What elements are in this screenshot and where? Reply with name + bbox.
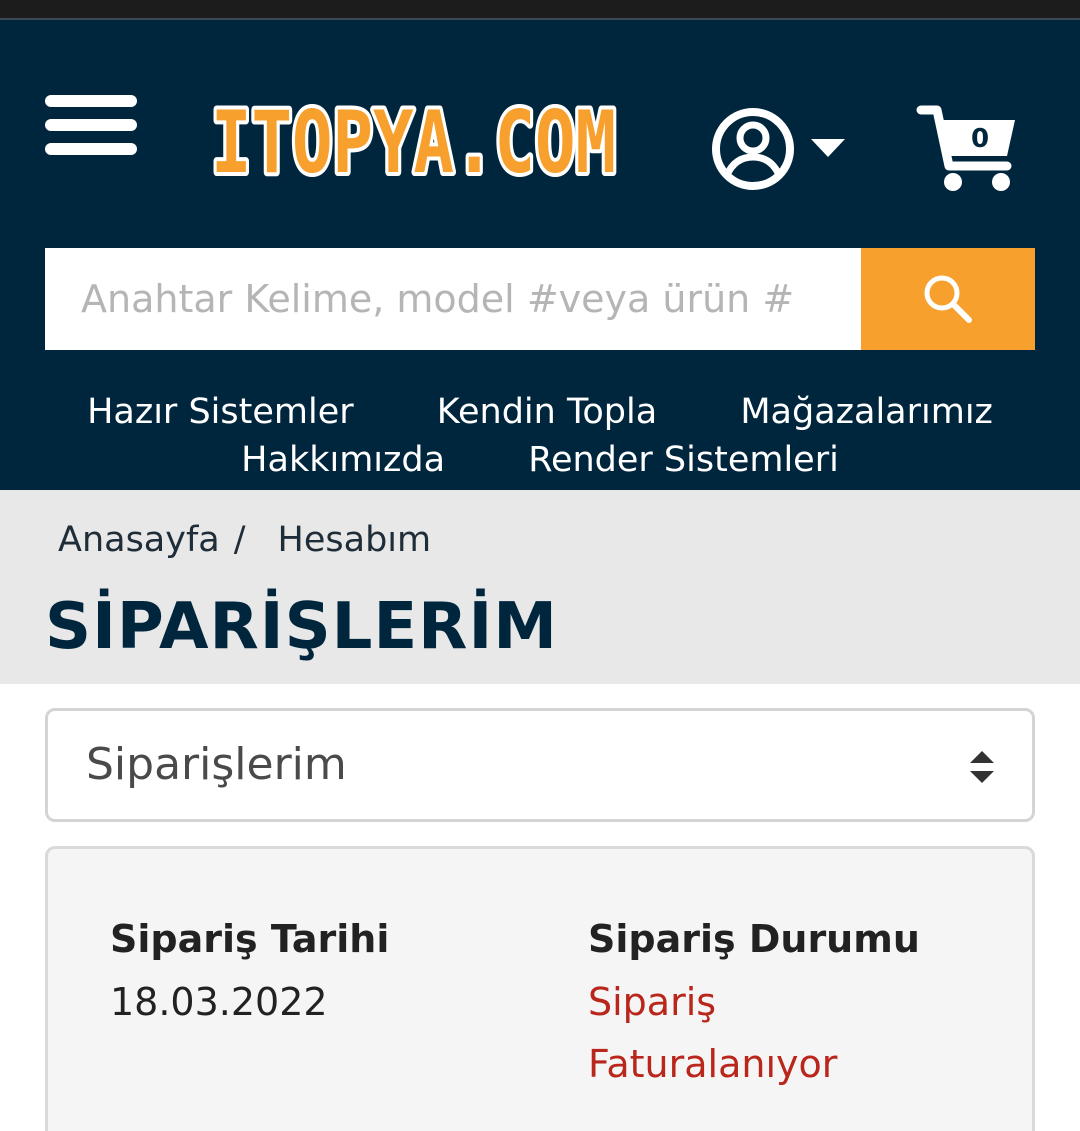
- nav-item-magazalarimiz[interactable]: Mağazalarımız: [740, 392, 993, 432]
- sort-arrows-icon: [970, 751, 994, 783]
- order-card: Sipariş Tarihi 18.03.2022 Sipariş Durumu…: [45, 846, 1035, 1131]
- account-section-select[interactable]: Siparişlerim: [45, 708, 1035, 822]
- account-menu-button[interactable]: [710, 105, 850, 195]
- select-value: Siparişlerim: [86, 739, 347, 790]
- page-title: SİPARİŞLERİM: [45, 590, 558, 664]
- logo-icon: ITOPYA.COM ITOPYA.COM: [207, 89, 620, 197]
- site-logo[interactable]: ITOPYA.COM ITOPYA.COM: [205, 89, 625, 197]
- order-date-label: Sipariş Tarihi: [110, 917, 390, 961]
- search-icon: [924, 275, 972, 323]
- hamburger-icon: [45, 95, 137, 107]
- nav-item-hakkimizda[interactable]: Hakkımızda: [241, 440, 445, 480]
- nav-item-hazir-sistemler[interactable]: Hazır Sistemler: [87, 392, 354, 432]
- breadcrumb-separator: /: [233, 520, 246, 560]
- page: ITOPYA.COM ITOPYA.COM 0 Anahtar Kelime, …: [0, 0, 1080, 1131]
- nav-item-kendin-topla[interactable]: Kendin Topla: [437, 392, 657, 432]
- nav-item-render-sistemleri[interactable]: Render Sistemleri: [528, 440, 839, 480]
- order-date-value: 18.03.2022: [110, 980, 328, 1024]
- menu-button[interactable]: [45, 95, 137, 155]
- user-circle-icon: [712, 108, 794, 190]
- main-nav: Hazır Sistemler Kendin Topla Mağazalarım…: [0, 388, 1080, 484]
- order-status-label: Sipariş Durumu: [588, 917, 920, 961]
- cart-count-badge: 0: [970, 124, 990, 154]
- svg-text:ITOPYA.COM: ITOPYA.COM: [211, 93, 616, 190]
- main-nav-row: Hazır Sistemler Kendin Topla Mağazalarım…: [0, 388, 1080, 436]
- order-status-value: Sipariş Faturalanıyor: [588, 980, 838, 1086]
- search-bar: [45, 248, 1035, 350]
- breadcrumb-home-link[interactable]: Anasayfa: [58, 520, 220, 560]
- search-button[interactable]: [861, 248, 1035, 350]
- breadcrumb: Anasayfa / Hesabım: [58, 520, 431, 560]
- cart-button[interactable]: 0: [915, 100, 1025, 200]
- search-input[interactable]: [45, 248, 861, 350]
- breadcrumb-current-link[interactable]: Hesabım: [278, 520, 432, 560]
- status-bar: [0, 0, 1080, 18]
- page-header: Anasayfa / Hesabım SİPARİŞLERİM: [0, 490, 1080, 684]
- main-nav-row: Hakkımızda Render Sistemleri: [0, 436, 1080, 484]
- site-header: ITOPYA.COM ITOPYA.COM 0 Anahtar Kelime, …: [0, 18, 1080, 490]
- caret-down-icon: [811, 139, 845, 157]
